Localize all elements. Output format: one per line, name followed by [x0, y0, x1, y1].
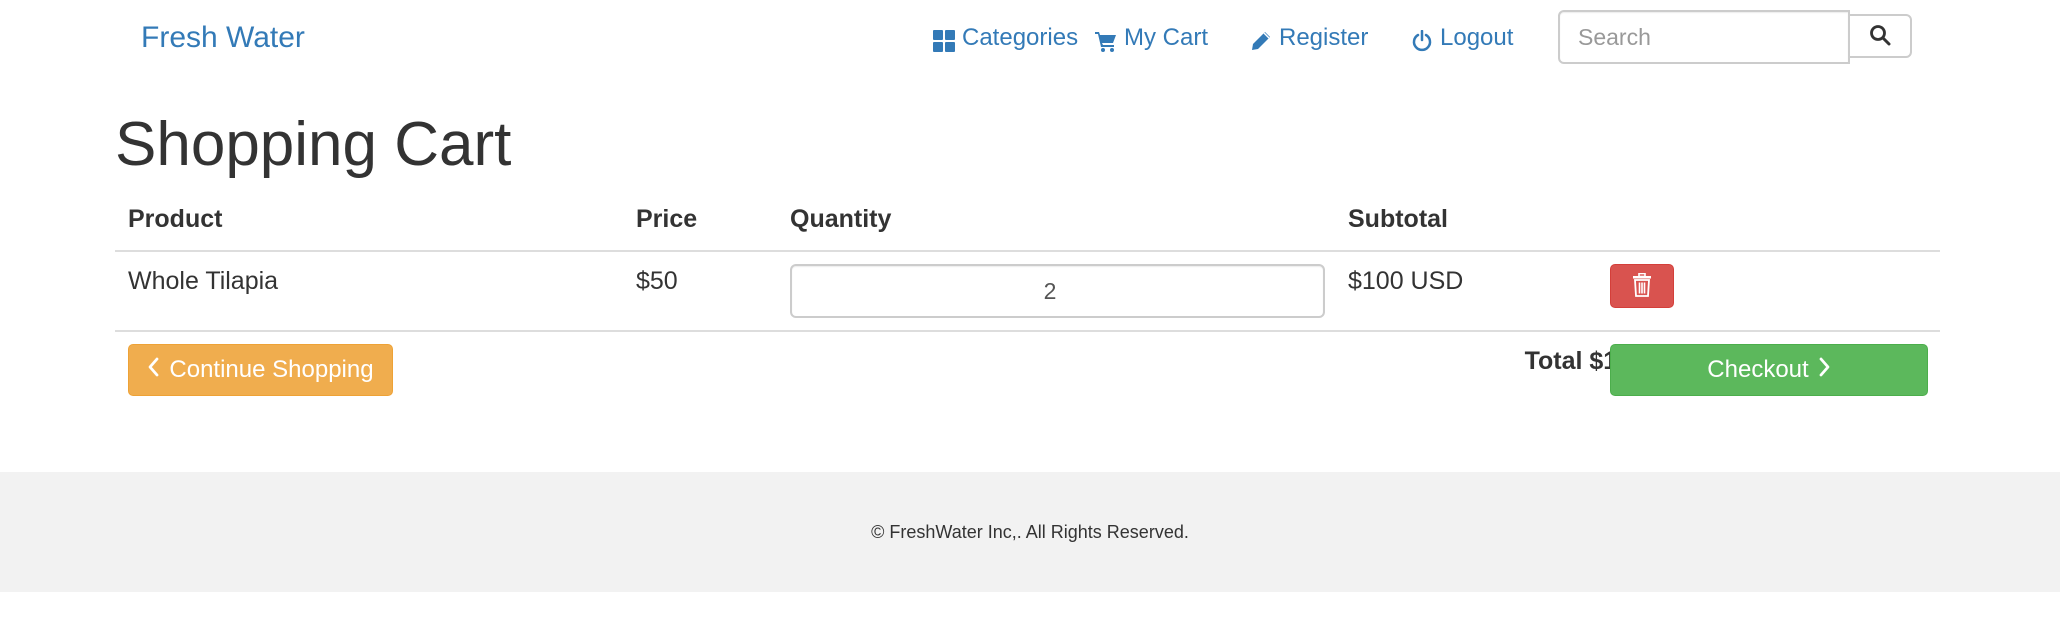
- page-title: Shopping Cart: [115, 110, 512, 179]
- trash-icon: [1631, 272, 1653, 300]
- product-price: $50: [636, 267, 678, 295]
- column-header-subtotal: Subtotal: [1348, 205, 1448, 233]
- nav-categories-label: Categories: [962, 24, 1079, 51]
- chevron-left-icon: [147, 356, 159, 384]
- nav-register-link[interactable]: Register: [1250, 20, 1368, 56]
- product-subtotal: $100 USD: [1348, 267, 1464, 295]
- continue-shopping-label: Continue Shopping: [169, 356, 374, 383]
- checkout-label: Checkout: [1707, 356, 1809, 383]
- nav-logout-link[interactable]: Logout: [1411, 20, 1513, 56]
- remove-item-button[interactable]: [1610, 264, 1674, 308]
- table-divider: [115, 250, 1940, 252]
- continue-shopping-button[interactable]: Continue Shopping: [128, 344, 393, 396]
- power-icon: [1411, 27, 1433, 52]
- cart-icon: [1095, 27, 1117, 52]
- footer: © FreshWater Inc,. All Rights Reserved.: [0, 472, 2060, 592]
- quantity-input[interactable]: [790, 264, 1325, 318]
- table-divider: [115, 330, 1940, 332]
- column-header-product: Product: [128, 205, 223, 233]
- nav-register-label: Register: [1279, 24, 1369, 51]
- nav-cart-label: My Cart: [1124, 24, 1208, 51]
- nav-logout-label: Logout: [1440, 24, 1514, 51]
- brand-link[interactable]: Fresh Water: [141, 20, 305, 56]
- nav-cart-link[interactable]: My Cart: [1095, 20, 1208, 56]
- product-name: Whole Tilapia: [128, 267, 279, 295]
- copyright-text: © FreshWater Inc,. All Rights Reserved.: [871, 522, 1189, 542]
- column-header-price: Price: [636, 205, 698, 233]
- nav-categories-link[interactable]: Categories: [933, 20, 1078, 56]
- grid-icon: [933, 27, 955, 52]
- search-button[interactable]: [1848, 14, 1912, 58]
- search-input[interactable]: [1558, 10, 1850, 64]
- checkout-button[interactable]: Checkout: [1610, 344, 1928, 396]
- column-header-quantity: Quantity: [790, 205, 892, 233]
- navbar: Fresh Water Categories My Cart Register …: [0, 0, 2060, 76]
- cart-total: Total $100: [1524, 347, 1645, 375]
- pencil-icon: [1250, 27, 1272, 50]
- chevron-right-icon: [1819, 356, 1831, 384]
- search-icon: [1869, 24, 1891, 49]
